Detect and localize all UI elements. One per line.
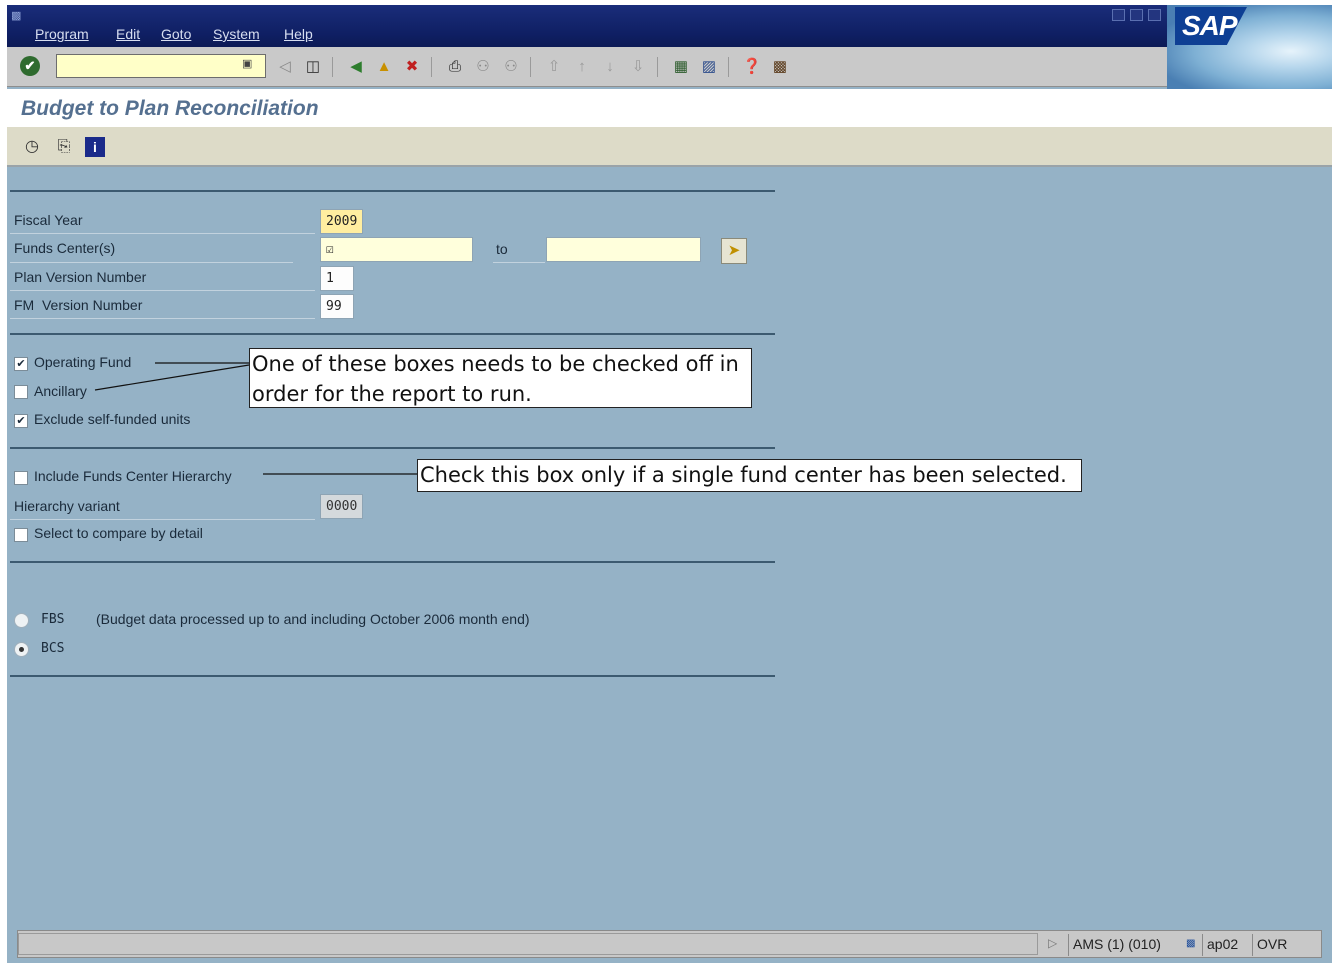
status-bar: ▷ AMS (1) (010) ▩ ap02 OVR	[17, 930, 1322, 958]
checkbox-requirement-callout: One of these boxes needs to be checked o…	[249, 348, 752, 408]
status-mode[interactable]: OVR	[1252, 934, 1300, 956]
status-expand-icon[interactable]: ▷	[1048, 936, 1057, 950]
status-system: AMS (1) (010)	[1068, 934, 1192, 956]
sap-window: ▩ Program Edit Goto System Help SAP ✔ ▣ …	[7, 5, 1332, 963]
status-server: ap02	[1202, 934, 1252, 956]
system-info-icon[interactable]: ▩	[1182, 934, 1195, 956]
hierarchy-callout: Check this box only if a single fund cen…	[417, 459, 1082, 492]
status-message-area	[18, 933, 1038, 955]
